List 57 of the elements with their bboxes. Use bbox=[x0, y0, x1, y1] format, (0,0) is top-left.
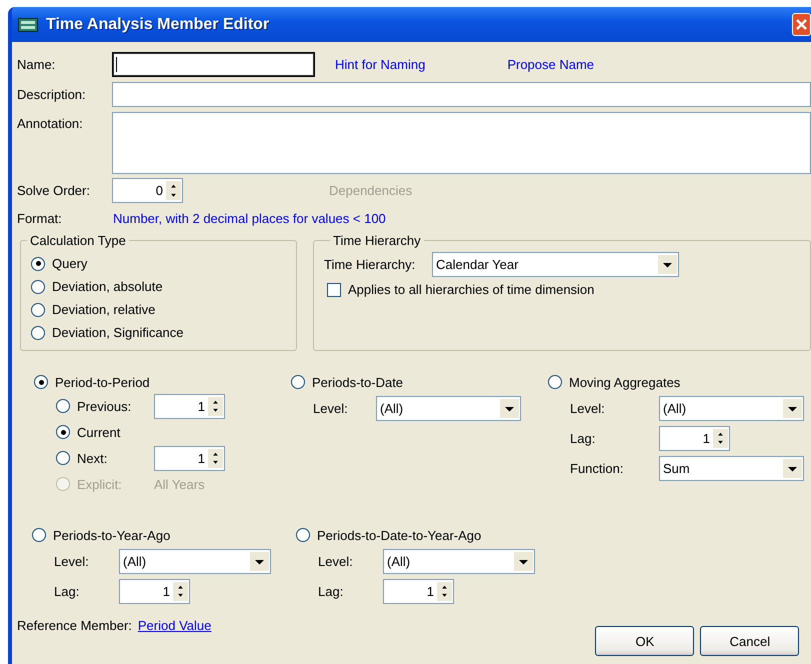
group-title: Time Hierarchy bbox=[332, 233, 422, 248]
radio-label[interactable]: Deviation, absolute bbox=[52, 279, 163, 294]
field-label: Time Hierarchy: bbox=[324, 257, 416, 272]
close-button[interactable] bbox=[792, 13, 811, 36]
radio-button[interactable] bbox=[31, 280, 45, 294]
field-label: Description: bbox=[17, 87, 87, 102]
radio-button[interactable] bbox=[34, 375, 48, 389]
radio-button[interactable] bbox=[31, 326, 45, 340]
period-value-link[interactable]: Period Value bbox=[138, 618, 212, 633]
radio-button[interactable] bbox=[56, 399, 70, 413]
radio-button[interactable] bbox=[31, 256, 45, 270]
description-field[interactable] bbox=[112, 82, 811, 107]
field-label: Level: bbox=[313, 400, 349, 416]
radio-button[interactable] bbox=[32, 528, 46, 542]
radio-button[interactable] bbox=[296, 528, 310, 542]
group-title: Calculation Type bbox=[29, 233, 127, 248]
radio-label[interactable]: Deviation, Significance bbox=[52, 325, 184, 340]
radio-label[interactable]: Query bbox=[52, 256, 88, 271]
field-label: Level: bbox=[54, 554, 90, 568]
radio-button[interactable] bbox=[56, 451, 70, 465]
format-link[interactable]: Number, with 2 decimal places for values < 100 bbox=[113, 211, 386, 226]
name-field[interactable] bbox=[112, 52, 315, 77]
option-value: All Years bbox=[154, 476, 205, 492]
radio-label[interactable]: Moving Aggregates bbox=[569, 374, 680, 390]
radio-button[interactable] bbox=[548, 375, 562, 389]
dialog-button[interactable]: OK bbox=[595, 626, 694, 656]
field-label: Reference Member: bbox=[17, 618, 132, 633]
radio-label[interactable]: Period-to-Period bbox=[55, 374, 150, 390]
app-icon bbox=[18, 18, 38, 32]
field-label: Lag: bbox=[570, 430, 596, 446]
radio-label[interactable]: Next: bbox=[77, 450, 147, 466]
radio-button[interactable] bbox=[291, 375, 305, 389]
radio-label[interactable]: Previous: bbox=[77, 398, 147, 414]
radio-label[interactable]: Periods-to-Year-Ago bbox=[53, 528, 170, 542]
radio-label[interactable]: Periods-to-Date bbox=[312, 374, 404, 390]
field-label: Function: bbox=[570, 460, 624, 476]
radio-label[interactable]: Deviation, relative bbox=[52, 302, 156, 317]
checkbox[interactable] bbox=[327, 282, 341, 296]
propose-name-link[interactable]: Propose Name bbox=[507, 57, 594, 72]
field-label: Level: bbox=[570, 400, 606, 416]
field-label: Lag: bbox=[54, 584, 80, 598]
close-icon bbox=[795, 18, 808, 31]
radio-button[interactable] bbox=[56, 425, 70, 439]
field-label: Solve Order: bbox=[17, 183, 91, 198]
field-label: Level: bbox=[318, 554, 354, 568]
dialog-button[interactable]: Cancel bbox=[700, 626, 800, 656]
field-label: Format: bbox=[17, 211, 63, 226]
field-label: Lag: bbox=[318, 584, 344, 598]
radio-label[interactable]: Periods-to-Date-to-Year-Ago bbox=[317, 528, 482, 542]
annotation-field[interactable] bbox=[112, 112, 811, 174]
hint-link[interactable]: Hint for Naming bbox=[335, 57, 426, 72]
field-label: Annotation: bbox=[17, 116, 84, 131]
window-title: Time Analysis Member Editor bbox=[46, 16, 270, 34]
field-label: Name: bbox=[17, 57, 56, 72]
checkbox-label[interactable]: Applies to all hierarchies of time dimension bbox=[348, 282, 594, 297]
radio-button[interactable] bbox=[31, 302, 45, 316]
radio-label[interactable]: Current bbox=[77, 424, 147, 440]
